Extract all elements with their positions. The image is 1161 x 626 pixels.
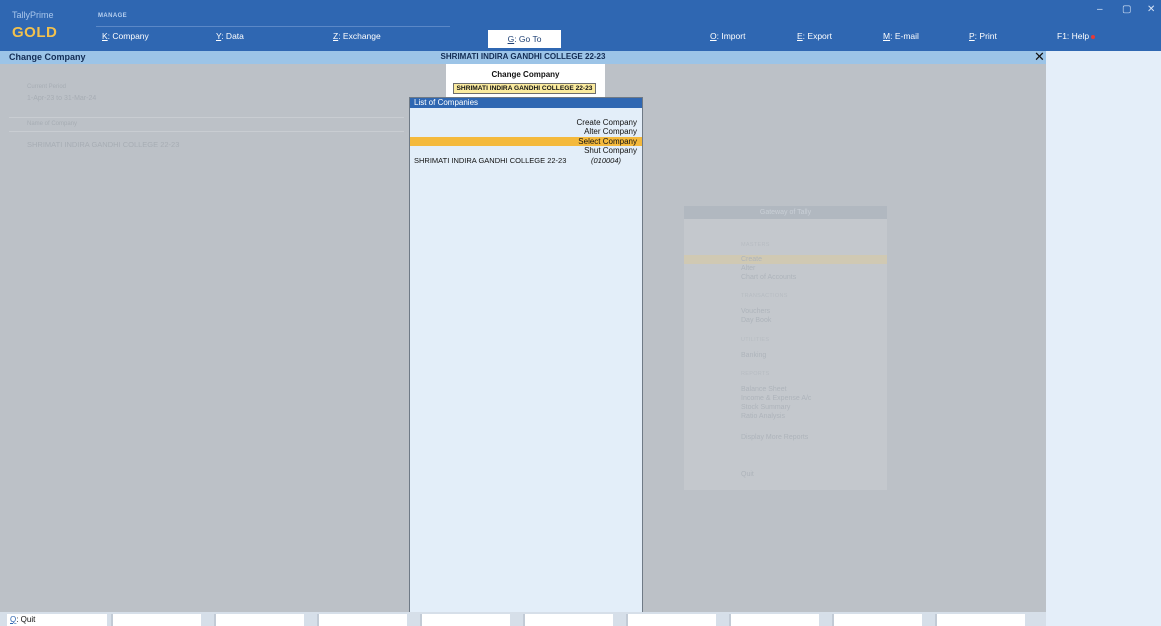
gateway-item-banking: Banking: [741, 352, 767, 359]
gateway-item-alter: Alter: [741, 265, 756, 272]
gateway-section-transactions: TRANSACTIONS: [741, 293, 788, 299]
current-period-label: Current Period: [27, 84, 67, 90]
change-company-form: Change Company SHRIMATI INDIRA GANDHI CO…: [446, 64, 605, 99]
company-name-field[interactable]: SHRIMATI INDIRA GANDHI COLLEGE 22-23: [453, 83, 596, 94]
gateway-item-day-book: Day Book: [741, 317, 772, 324]
name-of-company-label: Name of Company: [27, 121, 78, 127]
gateway-section-reports: REPORTS: [741, 371, 770, 377]
background-company-name: SHRIMATI INDIRA GANDHI COLLEGE 22-23: [27, 140, 180, 149]
function-button-slot[interactable]: [111, 614, 201, 626]
form-title: Change Company: [491, 70, 560, 79]
manage-label: MANAGE: [98, 13, 128, 19]
gateway-section-masters: MASTERS: [741, 242, 770, 248]
gateway-item-balance-sheet: Balance Sheet: [741, 386, 787, 393]
gateway-item-ratio-analysis: Ratio Analysis: [741, 413, 785, 420]
menu-company[interactable]: K: Company: [102, 31, 149, 41]
function-button-slot[interactable]: [523, 614, 613, 626]
gateway-item-income-expense: Income & Expense A/c: [741, 395, 812, 402]
product-edition: GOLD: [12, 24, 58, 41]
gateway-title: Gateway of Tally: [684, 206, 887, 219]
shut-company-action[interactable]: Shut Company: [584, 146, 637, 155]
product-name: TallyPrime: [12, 10, 54, 20]
function-button-slot[interactable]: [317, 614, 407, 626]
list-title: List of Companies: [414, 98, 479, 107]
screen-title-bar: Change Company SHRIMATI INDIRA GANDHI CO…: [0, 49, 1046, 65]
current-period-value: 1-Apr-23 to 31-Mar-24: [27, 95, 97, 102]
menu-email[interactable]: M: E-mail: [883, 31, 919, 41]
gateway-item-chart-of-accounts: Chart of Accounts: [741, 274, 797, 281]
alter-company-action[interactable]: Alter Company: [584, 127, 637, 136]
gateway-item-create: Create: [741, 256, 763, 263]
function-button-slot[interactable]: [626, 614, 716, 626]
right-button-pane: [1046, 51, 1161, 626]
select-company-action[interactable]: Select Company: [578, 137, 637, 146]
function-button-slot[interactable]: [832, 614, 922, 626]
bottom-button-bar: Q: Quit: [0, 612, 1046, 626]
divider: [9, 117, 404, 118]
quit-button[interactable]: Q: Quit: [7, 614, 107, 626]
list-header: List of Companies: [410, 98, 642, 108]
top-menu-bar: TallyPrime GOLD MANAGE K: Company Y: Dat…: [0, 0, 1161, 51]
menu-export[interactable]: E: Export: [797, 31, 832, 41]
gateway-item-vouchers: Vouchers: [741, 308, 771, 315]
company-code: (010004): [591, 156, 622, 165]
menu-print[interactable]: P: Print: [969, 31, 997, 41]
create-company-action[interactable]: Create Company: [577, 118, 637, 127]
restore-icon[interactable]: ▢: [1122, 4, 1131, 15]
gateway-section-utilities: UTILITIES: [741, 337, 770, 343]
close-screen-icon[interactable]: ✕: [1034, 49, 1045, 65]
list-of-companies-popup: List of Companies Create Company Alter C…: [409, 97, 643, 614]
menu-help[interactable]: F1: Help: [1057, 31, 1096, 41]
function-button-slot[interactable]: [729, 614, 819, 626]
current-company-title: SHRIMATI INDIRA GANDHI COLLEGE 22-23: [440, 52, 606, 61]
gateway-of-tally-panel: Gateway of Tally MASTERS Create Alter Ch…: [684, 206, 887, 490]
gateway-item-stock-summary: Stock Summary: [741, 404, 791, 411]
window-close-icon[interactable]: ✕: [1147, 4, 1155, 15]
gateway-item-quit: Quit: [741, 471, 754, 478]
divider: [9, 131, 404, 132]
manage-divider: [96, 26, 450, 27]
company-list-item[interactable]: SHRIMATI INDIRA GANDHI COLLEGE 22-23: [414, 156, 566, 165]
menu-data[interactable]: Y: Data: [216, 31, 244, 41]
gateway-selected-row: [684, 255, 887, 264]
menu-exchange[interactable]: Z: Exchange: [333, 31, 381, 41]
function-button-slot[interactable]: [420, 614, 510, 626]
menu-import[interactable]: O: Import: [710, 31, 745, 41]
gateway-item-display-more: Display More Reports: [741, 434, 809, 441]
function-button-slot[interactable]: [935, 614, 1025, 626]
function-button-slot[interactable]: [214, 614, 304, 626]
help-alert-dot-icon: [1091, 34, 1096, 39]
minimize-icon[interactable]: –: [1097, 4, 1103, 15]
goto-button[interactable]: G: Go To: [488, 30, 561, 48]
